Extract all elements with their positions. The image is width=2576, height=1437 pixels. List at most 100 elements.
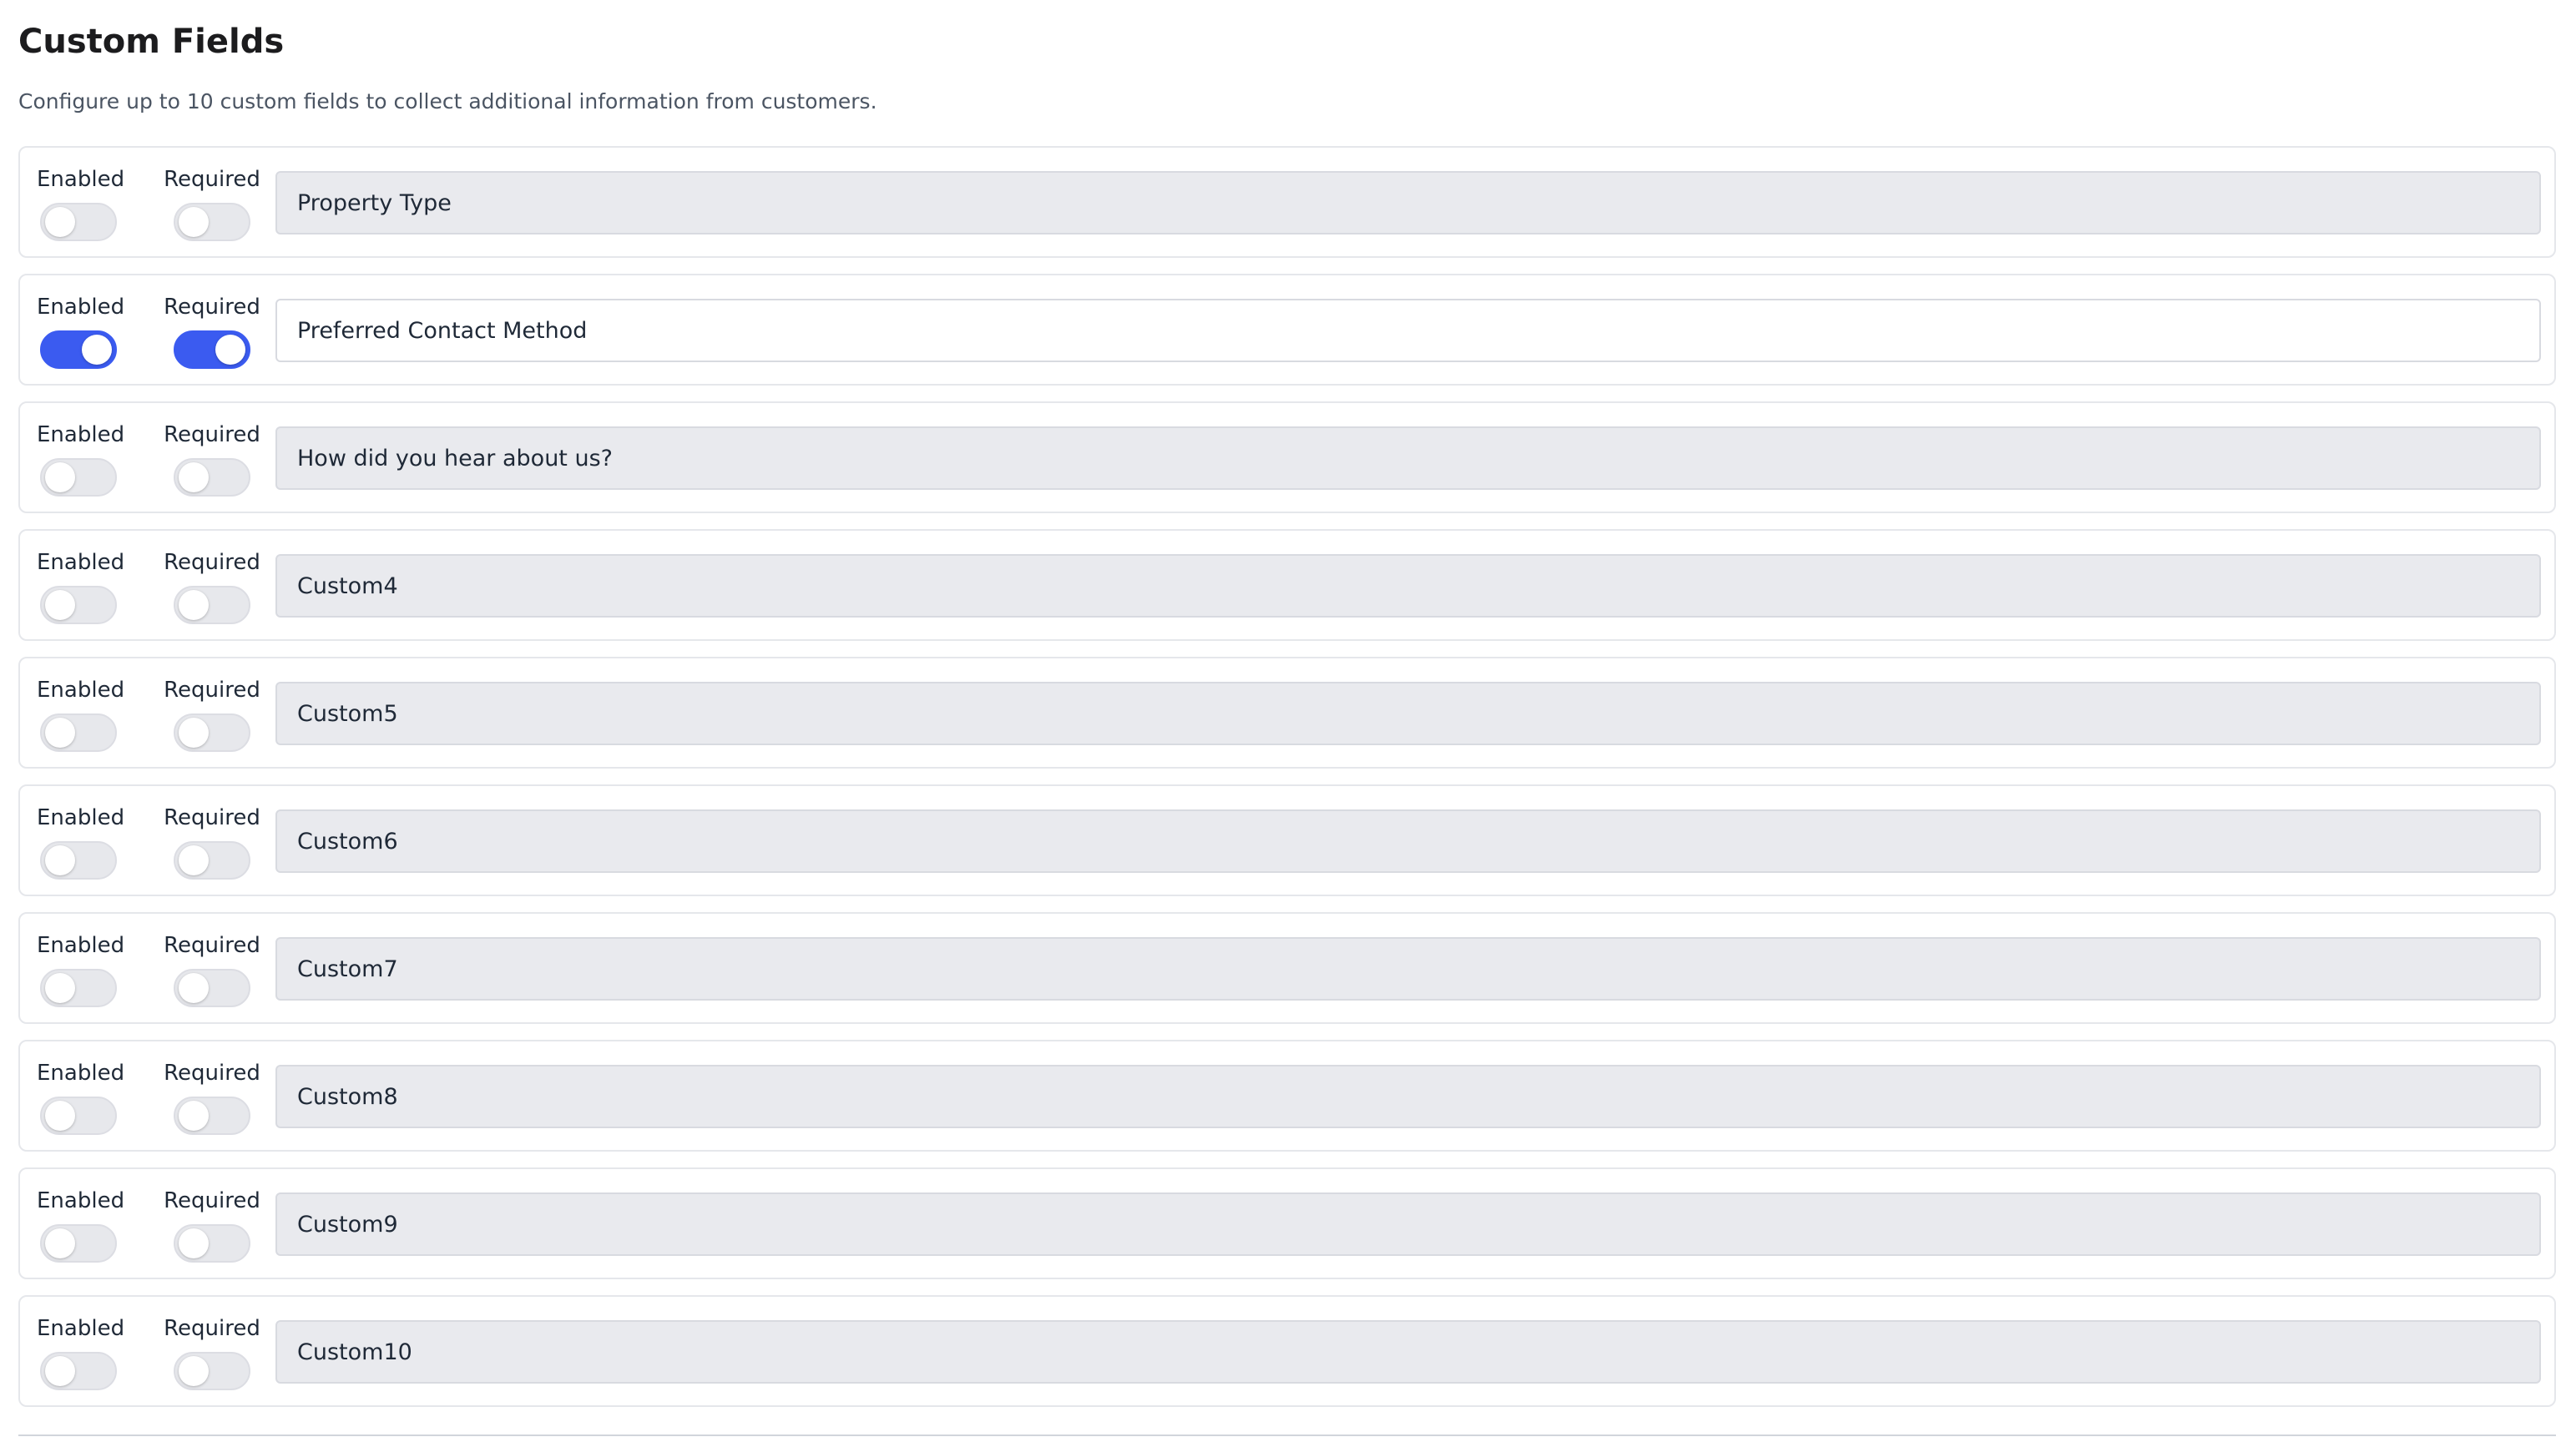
toggle-knob	[179, 1228, 209, 1258]
custom-field-row: Enabled Required	[18, 1167, 2556, 1279]
enabled-label: Enabled	[37, 1061, 125, 1086]
toggle-knob	[45, 1356, 75, 1386]
enabled-control: Enabled	[37, 677, 125, 752]
toggle-knob	[45, 1101, 75, 1131]
custom-field-row: Enabled Required	[18, 146, 2556, 258]
enabled-control: Enabled	[37, 294, 125, 369]
custom-field-row: Enabled Required	[18, 274, 2556, 386]
page-title: Custom Fields	[18, 23, 285, 61]
required-toggle[interactable]	[174, 841, 250, 880]
enabled-label: Enabled	[37, 805, 125, 830]
required-label: Required	[164, 295, 260, 320]
field-name-input[interactable]	[275, 554, 2541, 618]
toggle-knob	[179, 973, 209, 1003]
required-label: Required	[164, 1188, 260, 1213]
toggle-knob	[179, 1101, 209, 1131]
enabled-control: Enabled	[37, 549, 125, 624]
enabled-control: Enabled	[37, 932, 125, 1007]
enabled-control: Enabled	[37, 1187, 125, 1263]
field-name-input[interactable]	[275, 1065, 2541, 1128]
field-name-input[interactable]	[275, 426, 2541, 490]
enabled-toggle[interactable]	[40, 203, 117, 241]
enabled-label: Enabled	[37, 1316, 125, 1341]
toggle-knob	[45, 973, 75, 1003]
enabled-toggle[interactable]	[40, 1224, 117, 1263]
required-toggle[interactable]	[174, 203, 250, 241]
toggle-knob	[45, 845, 75, 875]
enabled-control: Enabled	[37, 1060, 125, 1135]
custom-field-row: Enabled Required	[18, 529, 2556, 641]
enabled-toggle[interactable]	[40, 713, 117, 752]
required-control: Required	[164, 166, 260, 241]
enabled-label: Enabled	[37, 295, 125, 320]
enabled-label: Enabled	[37, 422, 125, 447]
required-toggle[interactable]	[174, 1097, 250, 1135]
required-toggle[interactable]	[174, 586, 250, 624]
custom-field-list: Enabled Required Enabled Required Enable	[18, 146, 2556, 1423]
required-control: Required	[164, 421, 260, 497]
toggle-knob	[215, 335, 245, 365]
toggle-knob	[45, 207, 75, 237]
enabled-toggle[interactable]	[40, 1097, 117, 1135]
enabled-label: Enabled	[37, 550, 125, 575]
enabled-control: Enabled	[37, 421, 125, 497]
custom-field-row: Enabled Required	[18, 657, 2556, 769]
required-label: Required	[164, 1061, 260, 1086]
enabled-toggle[interactable]	[40, 841, 117, 880]
toggle-knob	[179, 1356, 209, 1386]
required-label: Required	[164, 678, 260, 703]
enabled-label: Enabled	[37, 933, 125, 958]
required-control: Required	[164, 1060, 260, 1135]
enabled-label: Enabled	[37, 1188, 125, 1213]
required-toggle[interactable]	[174, 458, 250, 497]
enabled-control: Enabled	[37, 804, 125, 880]
required-control: Required	[164, 804, 260, 880]
section-divider	[18, 1434, 2556, 1436]
enabled-control: Enabled	[37, 1315, 125, 1390]
toggle-knob	[45, 1228, 75, 1258]
required-control: Required	[164, 932, 260, 1007]
required-control: Required	[164, 294, 260, 369]
toggle-knob	[82, 335, 112, 365]
custom-fields-page: Custom Fields Configure up to 10 custom …	[0, 0, 2576, 1437]
field-name-input[interactable]	[275, 1320, 2541, 1384]
enabled-label: Enabled	[37, 167, 125, 192]
toggle-knob	[45, 462, 75, 492]
enabled-toggle[interactable]	[40, 1352, 117, 1390]
toggle-knob	[179, 462, 209, 492]
toggle-knob	[45, 718, 75, 748]
enabled-toggle[interactable]	[40, 458, 117, 497]
enabled-toggle[interactable]	[40, 586, 117, 624]
required-toggle[interactable]	[174, 713, 250, 752]
enabled-label: Enabled	[37, 678, 125, 703]
enabled-toggle[interactable]	[40, 330, 117, 369]
toggle-knob	[179, 590, 209, 620]
required-label: Required	[164, 422, 260, 447]
enabled-control: Enabled	[37, 166, 125, 241]
custom-field-row: Enabled Required	[18, 1040, 2556, 1152]
toggle-knob	[179, 207, 209, 237]
page-description: Configure up to 10 custom fields to coll…	[18, 89, 877, 113]
required-toggle[interactable]	[174, 969, 250, 1007]
required-control: Required	[164, 549, 260, 624]
enabled-toggle[interactable]	[40, 969, 117, 1007]
required-label: Required	[164, 933, 260, 958]
field-name-input[interactable]	[275, 937, 2541, 1001]
toggle-knob	[45, 590, 75, 620]
required-label: Required	[164, 550, 260, 575]
required-toggle[interactable]	[174, 330, 250, 369]
field-name-input[interactable]	[275, 171, 2541, 234]
field-name-input[interactable]	[275, 1192, 2541, 1256]
custom-field-row: Enabled Required	[18, 401, 2556, 513]
field-name-input[interactable]	[275, 299, 2541, 362]
custom-field-row: Enabled Required	[18, 1295, 2556, 1407]
custom-field-row: Enabled Required	[18, 784, 2556, 896]
required-control: Required	[164, 677, 260, 752]
required-control: Required	[164, 1315, 260, 1390]
field-name-input[interactable]	[275, 809, 2541, 873]
field-name-input[interactable]	[275, 682, 2541, 745]
required-toggle[interactable]	[174, 1352, 250, 1390]
required-control: Required	[164, 1187, 260, 1263]
required-toggle[interactable]	[174, 1224, 250, 1263]
required-label: Required	[164, 1316, 260, 1341]
